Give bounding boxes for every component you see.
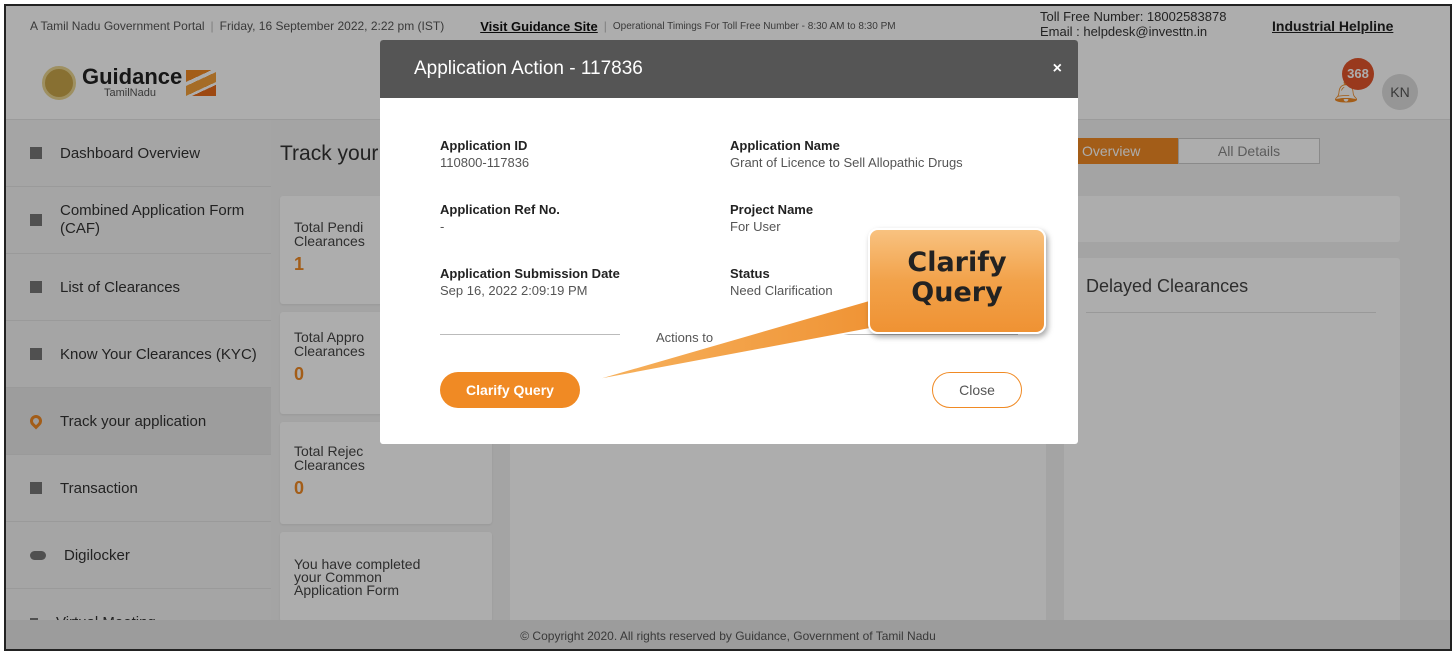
field-project-name: Project Name For User — [730, 202, 813, 234]
field-label: Status — [730, 266, 770, 281]
modal-header: Application Action - 117836 × — [380, 40, 1078, 98]
field-application-ref: Application Ref No. - — [440, 202, 560, 234]
field-value: Sep 16, 2022 2:09:19 PM — [440, 283, 588, 298]
field-application-id: Application ID 110800-117836 — [440, 138, 529, 170]
field-label: Application Ref No. — [440, 202, 560, 217]
page-frame: A Tamil Nadu Government Portal | Friday,… — [4, 4, 1452, 651]
clarify-query-callout: Clarify Query — [868, 228, 1046, 334]
callout-line: Clarify — [907, 247, 1007, 278]
divider — [440, 334, 620, 335]
field-value: 110800-117836 — [440, 155, 530, 170]
clarify-query-button[interactable]: Clarify Query — [440, 372, 580, 408]
field-label: Application Submission Date — [440, 266, 620, 281]
field-application-name: Application Name Grant of Licence to Sel… — [730, 138, 963, 170]
close-icon[interactable]: × — [1053, 40, 1062, 98]
field-status: Status Need Clarification — [730, 266, 833, 298]
field-label: Application ID — [440, 138, 528, 153]
field-value: For User — [730, 219, 781, 234]
divider — [838, 334, 1018, 335]
field-value: Need Clarification — [730, 283, 833, 298]
field-value: Grant of Licence to Sell Allopathic Drug… — [730, 155, 963, 170]
field-submission-date: Application Submission Date Sep 16, 2022… — [440, 266, 620, 298]
callout-line: Query — [911, 277, 1003, 308]
field-label: Project Name — [730, 202, 814, 217]
close-button[interactable]: Close — [932, 372, 1022, 408]
actions-label: Actions to — [656, 330, 714, 345]
field-value: - — [440, 219, 445, 234]
modal-title: Application Action - 117836 — [414, 58, 643, 79]
field-label: Application Name — [730, 138, 840, 153]
